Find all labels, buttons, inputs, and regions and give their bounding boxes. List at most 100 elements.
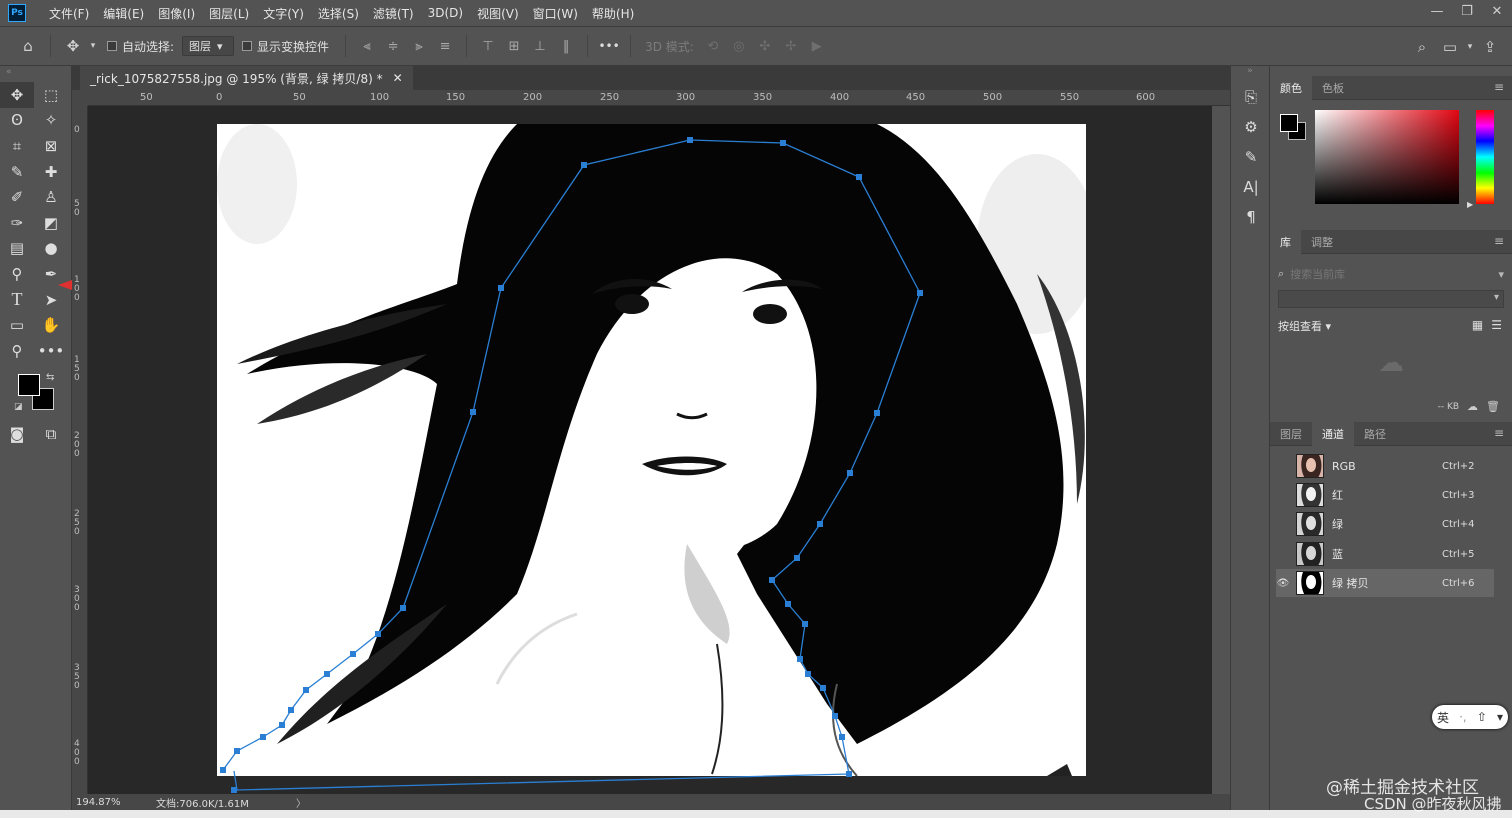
restore-button[interactable]: ❐: [1452, 0, 1482, 22]
document-tab[interactable]: _rick_1075827558.jpg @ 195% (背景, 绿 拷贝/8)…: [80, 66, 413, 90]
auto-select-dropdown[interactable]: 图层 ▾: [182, 36, 235, 56]
zoom-level[interactable]: 194.87%: [76, 797, 156, 808]
channel-row-blue[interactable]: 蓝 Ctrl+5: [1276, 540, 1494, 568]
horizontal-ruler[interactable]: 50 0 50 100 150 200 250 300 350 400 450 …: [88, 90, 1230, 106]
lasso-tool-icon[interactable]: ʘ: [0, 108, 34, 134]
properties-panel-icon[interactable]: ⚙: [1231, 112, 1271, 142]
eyedropper-tool-icon[interactable]: ✎: [0, 159, 34, 185]
tab-adjustments[interactable]: 调整: [1301, 230, 1343, 254]
library-search[interactable]: ⌕ 搜索当前库 ▾: [1278, 264, 1504, 284]
menu-file[interactable]: 文件(F): [42, 5, 96, 22]
share-icon[interactable]: ⇪: [1476, 33, 1504, 61]
ime-punctuation-icon[interactable]: ·,: [1459, 710, 1467, 724]
trash-icon[interactable]: 🗑: [1486, 400, 1500, 413]
rectangle-tool-icon[interactable]: ▭: [0, 312, 34, 338]
brush-settings-icon[interactable]: ✎: [1231, 142, 1271, 172]
channel-row-rgb[interactable]: RGB Ctrl+2: [1276, 452, 1494, 480]
checkbox-box[interactable]: [242, 41, 253, 51]
eraser-tool-icon[interactable]: ◩: [34, 210, 68, 236]
tab-paths[interactable]: 路径: [1354, 422, 1396, 446]
blur-tool-icon[interactable]: ●: [34, 236, 68, 262]
menu-view[interactable]: 视图(V): [470, 5, 526, 22]
panel-grip-icon[interactable]: «: [0, 66, 71, 82]
menu-filter[interactable]: 滤镜(T): [366, 5, 421, 22]
magic-wand-tool-icon[interactable]: ✧: [34, 108, 68, 134]
default-colors-icon[interactable]: ◪: [14, 402, 23, 412]
screen-mode-icon[interactable]: ⧉: [34, 422, 68, 448]
distribute-icon[interactable]: ≡: [432, 32, 458, 60]
channel-row-green-copy[interactable]: 👁 绿 拷贝 Ctrl+6: [1276, 569, 1494, 597]
align-left-icon[interactable]: ⫷: [354, 32, 380, 60]
workspace-icon[interactable]: ▭: [1436, 33, 1464, 61]
zoom-tool-icon[interactable]: ⚲: [0, 338, 34, 364]
list-view-icon[interactable]: ☰: [1491, 318, 1502, 332]
type-tool-icon[interactable]: T: [0, 287, 34, 313]
menu-window[interactable]: 窗口(W): [526, 5, 585, 22]
channel-row-red[interactable]: 红 Ctrl+3: [1276, 481, 1494, 509]
panel-menu-icon[interactable]: ≡: [1494, 234, 1504, 248]
gradient-tool-icon[interactable]: ▤: [0, 236, 34, 262]
group-view-dropdown[interactable]: 按组查看 ▾: [1278, 318, 1331, 334]
healing-brush-tool-icon[interactable]: ✚: [34, 159, 68, 185]
marquee-tool-icon[interactable]: ⬚: [34, 82, 68, 108]
history-brush-tool-icon[interactable]: ✑: [0, 210, 34, 236]
path-selection-tool-icon[interactable]: ➤: [34, 287, 68, 313]
align-bottom-icon[interactable]: ⊥: [527, 32, 553, 60]
character-panel-icon[interactable]: A|: [1231, 172, 1271, 202]
tab-channels[interactable]: 通道: [1312, 421, 1354, 446]
chevron-down-icon[interactable]: ▾: [1498, 268, 1504, 281]
tab-color[interactable]: 颜色: [1270, 75, 1312, 100]
canvas-area[interactable]: [88, 106, 1212, 794]
panel-menu-icon[interactable]: ≡: [1494, 80, 1504, 94]
chevron-down-icon[interactable]: ▾: [87, 32, 99, 60]
ime-skin-icon[interactable]: ⇧: [1477, 710, 1487, 724]
auto-select-checkbox[interactable]: 自动选择:: [107, 38, 174, 55]
quick-mask-icon[interactable]: ◙: [0, 422, 34, 448]
show-transform-checkbox[interactable]: 显示变换控件: [242, 38, 329, 55]
crop-tool-icon[interactable]: ⌗: [0, 133, 34, 159]
frame-tool-icon[interactable]: ⊠: [34, 133, 68, 159]
hue-pointer-icon[interactable]: ▶: [1467, 200, 1473, 209]
distribute-vertical-icon[interactable]: ‖: [553, 32, 579, 60]
hand-tool-icon[interactable]: ✋: [34, 312, 68, 338]
menu-type[interactable]: 文字(Y): [256, 5, 311, 22]
menu-select[interactable]: 选择(S): [311, 5, 366, 22]
panel-grip-icon[interactable]: »: [1231, 66, 1269, 82]
move-tool-icon[interactable]: ✥: [0, 82, 34, 108]
color-picker-field[interactable]: [1315, 110, 1459, 204]
channel-row-green[interactable]: 绿 Ctrl+4: [1276, 510, 1494, 538]
home-icon[interactable]: ⌂: [14, 32, 42, 60]
grid-view-icon[interactable]: ▦: [1472, 318, 1483, 332]
minimize-button[interactable]: —: [1422, 0, 1452, 22]
hue-slider[interactable]: [1476, 110, 1494, 204]
eye-icon[interactable]: 👁: [1276, 578, 1290, 589]
paragraph-panel-icon[interactable]: ¶: [1231, 202, 1271, 232]
align-vcenter-icon[interactable]: ⊞: [501, 32, 527, 60]
tab-layers[interactable]: 图层: [1270, 422, 1312, 446]
library-dropdown[interactable]: ▾: [1278, 290, 1504, 308]
move-tool-preset-icon[interactable]: ✥: [59, 32, 87, 60]
tab-libraries[interactable]: 库: [1270, 229, 1301, 254]
align-right-icon[interactable]: ⫸: [406, 32, 432, 60]
panel-menu-icon[interactable]: ≡: [1494, 426, 1504, 440]
status-menu-icon[interactable]: 〉: [296, 795, 306, 810]
ime-more-icon[interactable]: ▾: [1497, 710, 1503, 724]
ime-language[interactable]: 英: [1437, 709, 1449, 726]
menu-3d[interactable]: 3D(D): [421, 6, 470, 20]
align-top-icon[interactable]: ⊤: [475, 32, 501, 60]
menu-edit[interactable]: 编辑(E): [96, 5, 151, 22]
menu-layer[interactable]: 图层(L): [202, 5, 256, 22]
align-hcenter-icon[interactable]: ≑: [380, 32, 406, 60]
history-panel-icon[interactable]: ⎘: [1231, 82, 1271, 112]
ime-toolbar[interactable]: 英 ·, ⇧ ▾: [1432, 705, 1508, 729]
swap-colors-icon[interactable]: ⇆: [46, 372, 54, 383]
chevron-down-icon[interactable]: ▾: [1464, 33, 1476, 61]
stamp-tool-icon[interactable]: ♙: [34, 184, 68, 210]
foreground-color-swatch[interactable]: [18, 373, 40, 396]
edit-toolbar-icon[interactable]: •••: [34, 338, 68, 364]
vertical-ruler[interactable]: 0 5 0 1 0 0 1 5 0 2 0 0 2 5 0 3 0 0 3 5 …: [72, 90, 88, 794]
search-icon[interactable]: ⌕: [1408, 33, 1436, 61]
brush-tool-icon[interactable]: ✐: [0, 184, 34, 210]
tab-swatches[interactable]: 色板: [1312, 76, 1354, 100]
close-button[interactable]: ✕: [1482, 0, 1512, 22]
